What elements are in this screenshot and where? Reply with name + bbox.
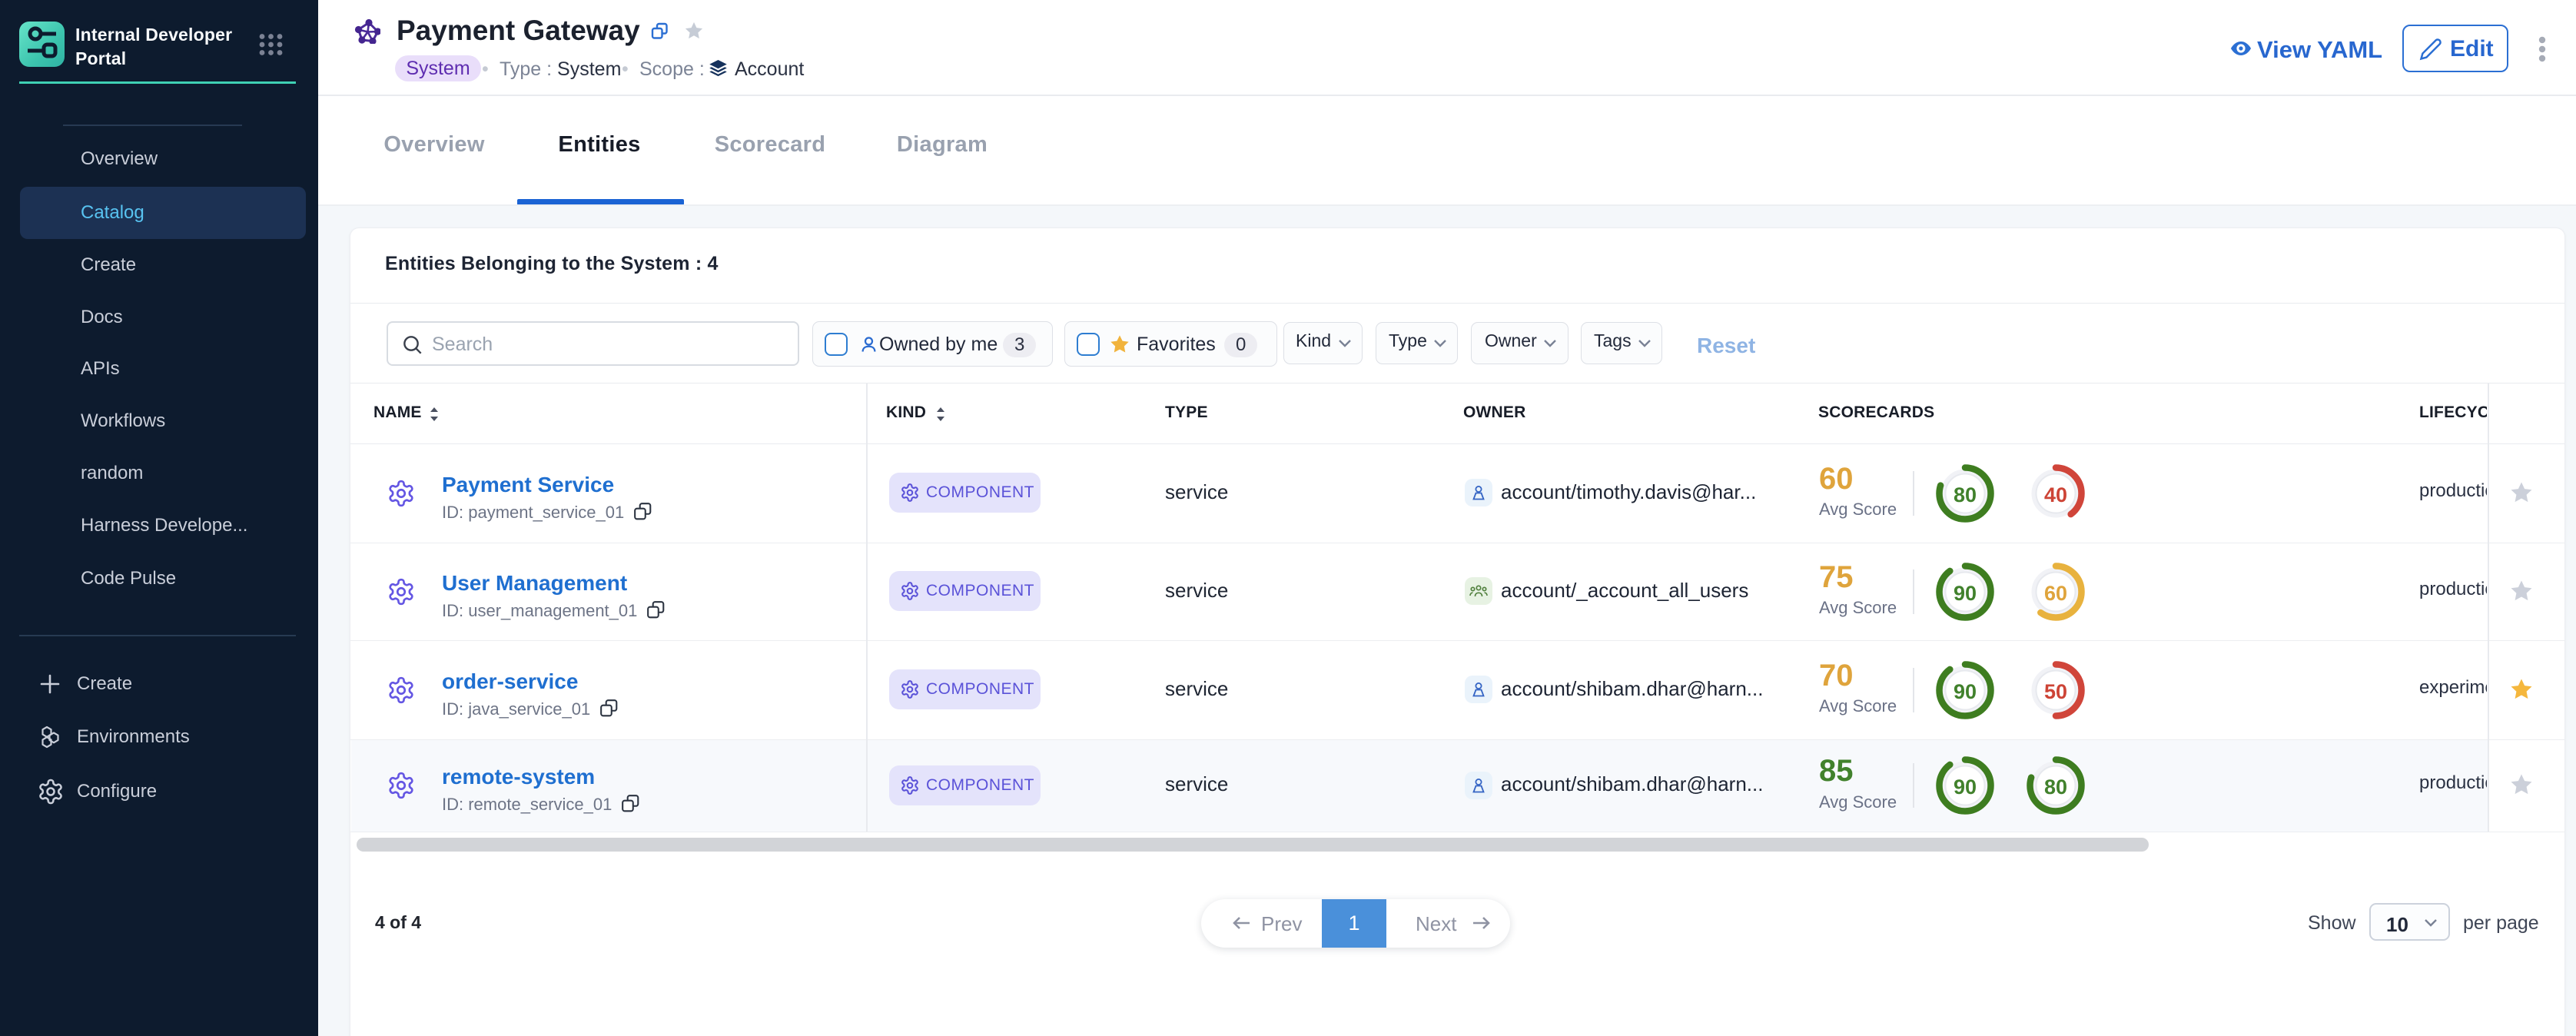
svg-text:90: 90 bbox=[1954, 582, 1977, 605]
svg-text:40: 40 bbox=[2044, 483, 2067, 506]
svg-text:80: 80 bbox=[2044, 775, 2067, 799]
svg-text:80: 80 bbox=[1954, 483, 1977, 506]
svg-text:60: 60 bbox=[2044, 582, 2067, 605]
svg-text:50: 50 bbox=[2044, 680, 2067, 703]
svg-text:90: 90 bbox=[1954, 680, 1977, 703]
svg-text:90: 90 bbox=[1954, 775, 1977, 799]
